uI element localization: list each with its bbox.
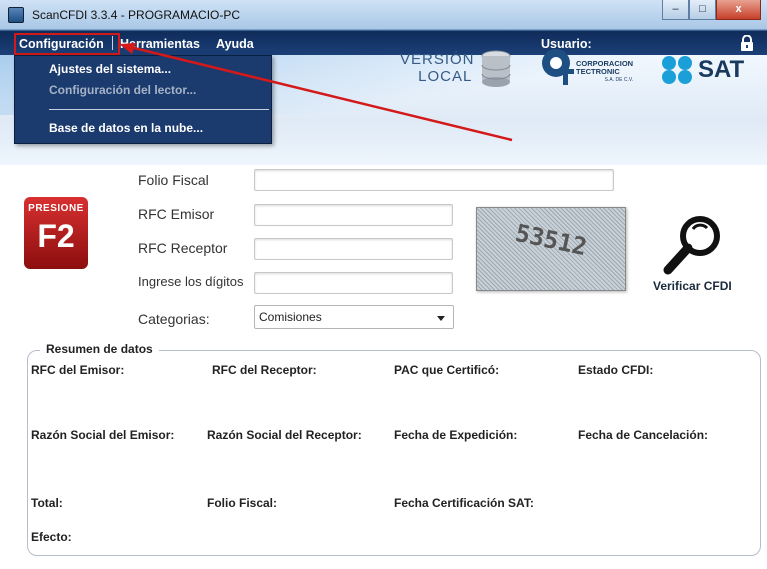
highlight-box: [14, 33, 120, 55]
window-title: ScanCFDI 3.3.4 - PROGRAMACIO-PC: [32, 8, 241, 22]
rfc-receptor-summary: RFC del Receptor:: [212, 363, 317, 377]
maximize-button[interactable]: □: [689, 0, 716, 20]
menu-configuracion-lector[interactable]: Configuración del lector...: [49, 83, 196, 97]
fecha-cert-summary: Fecha Certificación SAT:: [394, 496, 534, 510]
razon-receptor-summary: Razón Social del Receptor:: [207, 428, 362, 442]
press-label: PRESIONE: [28, 203, 84, 214]
categorias-value: Comisiones: [259, 310, 322, 324]
chevron-down-icon: [437, 316, 445, 321]
version-line1: VERSIÓN: [400, 51, 475, 68]
verificar-cfdi-button[interactable]: Verificar CFDI: [653, 279, 732, 293]
rfc-receptor-input[interactable]: [254, 238, 453, 260]
menu-bar: Configuración Herramientas Ayuda Usuario…: [0, 30, 767, 55]
press-f2-icon[interactable]: PRESIONE F2: [24, 197, 88, 269]
minimize-button[interactable]: –: [662, 0, 689, 20]
sat-text: SAT: [698, 56, 745, 83]
efecto-summary: Efecto:: [31, 530, 72, 544]
app-icon: [8, 7, 24, 23]
estado-summary: Estado CFDI:: [578, 363, 654, 377]
pac-summary: PAC que Certificó:: [394, 363, 500, 377]
menu-ayuda[interactable]: Ayuda: [216, 37, 254, 51]
title-bar: ScanCFDI 3.3.4 - PROGRAMACIO-PC – □ x: [0, 0, 767, 30]
lock-icon[interactable]: [740, 35, 754, 51]
menu-ajustes-sistema[interactable]: Ajustes del sistema...: [49, 62, 171, 76]
version-line2: LOCAL: [418, 68, 473, 85]
folio-fiscal-summary: Folio Fiscal:: [207, 496, 278, 510]
close-button[interactable]: x: [716, 0, 761, 20]
configuracion-dropdown: Ajustes del sistema... Configuración del…: [14, 55, 272, 144]
rfc-emisor-label: RFC Emisor: [138, 206, 215, 222]
categorias-label: Categorias:: [138, 311, 210, 327]
corp-line2: TECTRONIC: [576, 67, 620, 76]
version-local-logo: VERSIÓN LOCAL: [400, 51, 475, 85]
captcha-text: 53512: [512, 218, 590, 262]
resumen-panel: [27, 350, 761, 556]
corporacion-text: CORPORACION TECTRONIC S.A. DE C.V.: [576, 60, 633, 84]
fecha-expedicion-summary: Fecha de Expedición:: [394, 428, 518, 442]
menu-separator: [112, 36, 113, 50]
search-icon[interactable]: [662, 212, 726, 276]
fecha-cancelacion-summary: Fecha de Cancelación:: [578, 428, 709, 442]
razon-emisor-summary: Razón Social del Emisor:: [31, 428, 175, 442]
folio-fiscal-label: Folio Fiscal: [138, 172, 209, 188]
folio-fiscal-input[interactable]: [254, 169, 614, 191]
f2-key-label: F2: [37, 218, 75, 254]
window-controls: – □ x: [662, 0, 761, 20]
sat-logo-icon: [662, 56, 692, 84]
rfc-emisor-summary: RFC del Emisor:: [31, 363, 125, 377]
rfc-receptor-label: RFC Receptor: [138, 240, 228, 256]
corp-line3: S.A. DE C.V.: [604, 77, 634, 83]
rfc-emisor-input[interactable]: [254, 204, 453, 226]
dropdown-separator: [49, 109, 269, 110]
captcha-image: 53512: [476, 207, 626, 291]
digitos-input[interactable]: [254, 272, 453, 294]
resumen-title: Resumen de datos: [40, 342, 159, 356]
corporacion-logo-icon: [542, 49, 574, 85]
digitos-label: Ingrese los dígitos: [138, 274, 244, 289]
menu-base-datos-nube[interactable]: Base de datos en la nube...: [49, 121, 203, 135]
menu-herramientas[interactable]: Herramientas: [120, 37, 200, 51]
total-summary: Total:: [31, 496, 63, 510]
database-icon: [481, 50, 511, 87]
categorias-select[interactable]: Comisiones: [254, 305, 454, 329]
